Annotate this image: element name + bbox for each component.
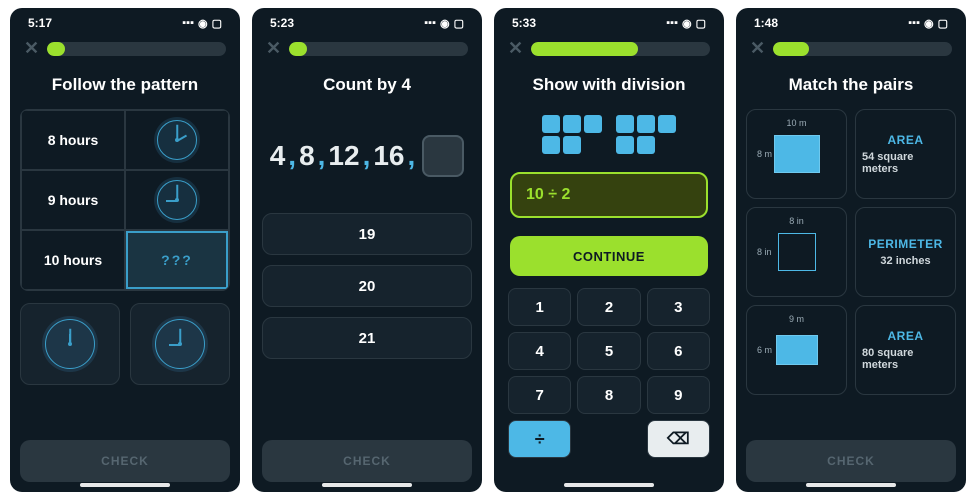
- sequence: 4, 8, 12, 16,: [262, 135, 472, 177]
- clock-time: 5:33: [512, 16, 536, 30]
- wifi-icon: ◉: [924, 17, 934, 30]
- option-button[interactable]: 19: [262, 213, 472, 255]
- close-icon[interactable]: ✕: [266, 38, 281, 59]
- block-visual: [504, 115, 714, 154]
- shape-card[interactable]: 8 in 8 in: [746, 207, 847, 297]
- clock-time: 1:48: [754, 16, 778, 30]
- key-2[interactable]: 2: [577, 288, 640, 326]
- screen-pattern: 5:17 ▪▪▪ ◉ ▢ ✕ Follow the pattern 8 hour…: [10, 8, 240, 492]
- clock-time: 5:17: [28, 16, 52, 30]
- text-card[interactable]: PERIMETER 32 inches: [855, 207, 956, 297]
- wifi-icon: ◉: [440, 17, 450, 30]
- clock-time: 5:23: [270, 16, 294, 30]
- battery-icon: ▢: [938, 17, 948, 30]
- answer-slot[interactable]: ???: [125, 230, 229, 290]
- home-indicator: [322, 483, 412, 487]
- close-icon[interactable]: ✕: [508, 38, 523, 59]
- check-button[interactable]: CHECK: [20, 440, 230, 482]
- label-cell: 8 hours: [21, 110, 125, 170]
- key-divide[interactable]: ÷: [508, 420, 571, 458]
- clock-option[interactable]: [130, 303, 230, 385]
- status-bar: 5:17 ▪▪▪ ◉ ▢: [10, 8, 240, 32]
- shape-card[interactable]: 9 m 6 m: [746, 305, 847, 395]
- page-title: Show with division: [494, 75, 724, 95]
- status-bar: 1:48 ▪▪▪ ◉ ▢: [736, 8, 966, 32]
- status-bar: 5:23 ▪▪▪ ◉ ▢: [252, 8, 482, 32]
- page-title: Count by 4: [252, 75, 482, 95]
- shape-card[interactable]: 10 m 8 m: [746, 109, 847, 199]
- clock-cell: [125, 110, 229, 170]
- page-title: Match the pairs: [736, 75, 966, 95]
- clock-option[interactable]: [20, 303, 120, 385]
- check-button[interactable]: CHECK: [746, 440, 956, 482]
- clock-cell: [125, 170, 229, 230]
- page-title: Follow the pattern: [10, 75, 240, 95]
- answer-slot[interactable]: [422, 135, 464, 177]
- wifi-icon: ◉: [198, 17, 208, 30]
- home-indicator: [564, 483, 654, 487]
- screen-pairs: 1:48 ▪▪▪ ◉ ▢ ✕ Match the pairs 10 m 8 m AR…: [736, 8, 966, 492]
- option-button[interactable]: 20: [262, 265, 472, 307]
- text-card[interactable]: AREA 54 square meters: [855, 109, 956, 199]
- battery-icon: ▢: [696, 17, 706, 30]
- close-icon[interactable]: ✕: [750, 38, 765, 59]
- text-card[interactable]: AREA 80 square meters: [855, 305, 956, 395]
- screen-count: 5:23 ▪▪▪ ◉ ▢ ✕ Count by 4 4, 8, 12, 16, 19…: [252, 8, 482, 492]
- close-icon[interactable]: ✕: [24, 38, 39, 59]
- progress-bar: [531, 42, 710, 56]
- signal-icon: ▪▪▪: [666, 17, 678, 29]
- progress-bar: [773, 42, 952, 56]
- key-5[interactable]: 5: [577, 332, 640, 370]
- label-cell: 10 hours: [21, 230, 125, 290]
- status-bar: 5:33 ▪▪▪ ◉ ▢: [494, 8, 724, 32]
- check-button[interactable]: CHECK: [262, 440, 472, 482]
- signal-icon: ▪▪▪: [908, 17, 920, 29]
- key-8[interactable]: 8: [577, 376, 640, 414]
- key-6[interactable]: 6: [647, 332, 710, 370]
- key-7[interactable]: 7: [508, 376, 571, 414]
- wifi-icon: ◉: [682, 17, 692, 30]
- pattern-grid: 8 hours 9 hours 10 hours ???: [20, 109, 230, 291]
- screen-division: 5:33 ▪▪▪ ◉ ▢ ✕ Show with division 10 ÷ 2 C…: [494, 8, 724, 492]
- label-cell: 9 hours: [21, 170, 125, 230]
- progress-bar: [47, 42, 226, 56]
- option-button[interactable]: 21: [262, 317, 472, 359]
- signal-icon: ▪▪▪: [182, 17, 194, 29]
- key-1[interactable]: 1: [508, 288, 571, 326]
- key-backspace[interactable]: ⌫: [647, 420, 710, 458]
- progress-bar: [289, 42, 468, 56]
- keypad: 1 2 3 4 5 6 7 8 9 ÷ ⌫: [504, 288, 714, 466]
- continue-button[interactable]: CONTINUE: [510, 236, 708, 276]
- key-4[interactable]: 4: [508, 332, 571, 370]
- battery-icon: ▢: [454, 17, 464, 30]
- home-indicator: [80, 483, 170, 487]
- home-indicator: [806, 483, 896, 487]
- key-9[interactable]: 9: [647, 376, 710, 414]
- battery-icon: ▢: [212, 17, 222, 30]
- expression-input[interactable]: 10 ÷ 2: [510, 172, 708, 218]
- key-3[interactable]: 3: [647, 288, 710, 326]
- signal-icon: ▪▪▪: [424, 17, 436, 29]
